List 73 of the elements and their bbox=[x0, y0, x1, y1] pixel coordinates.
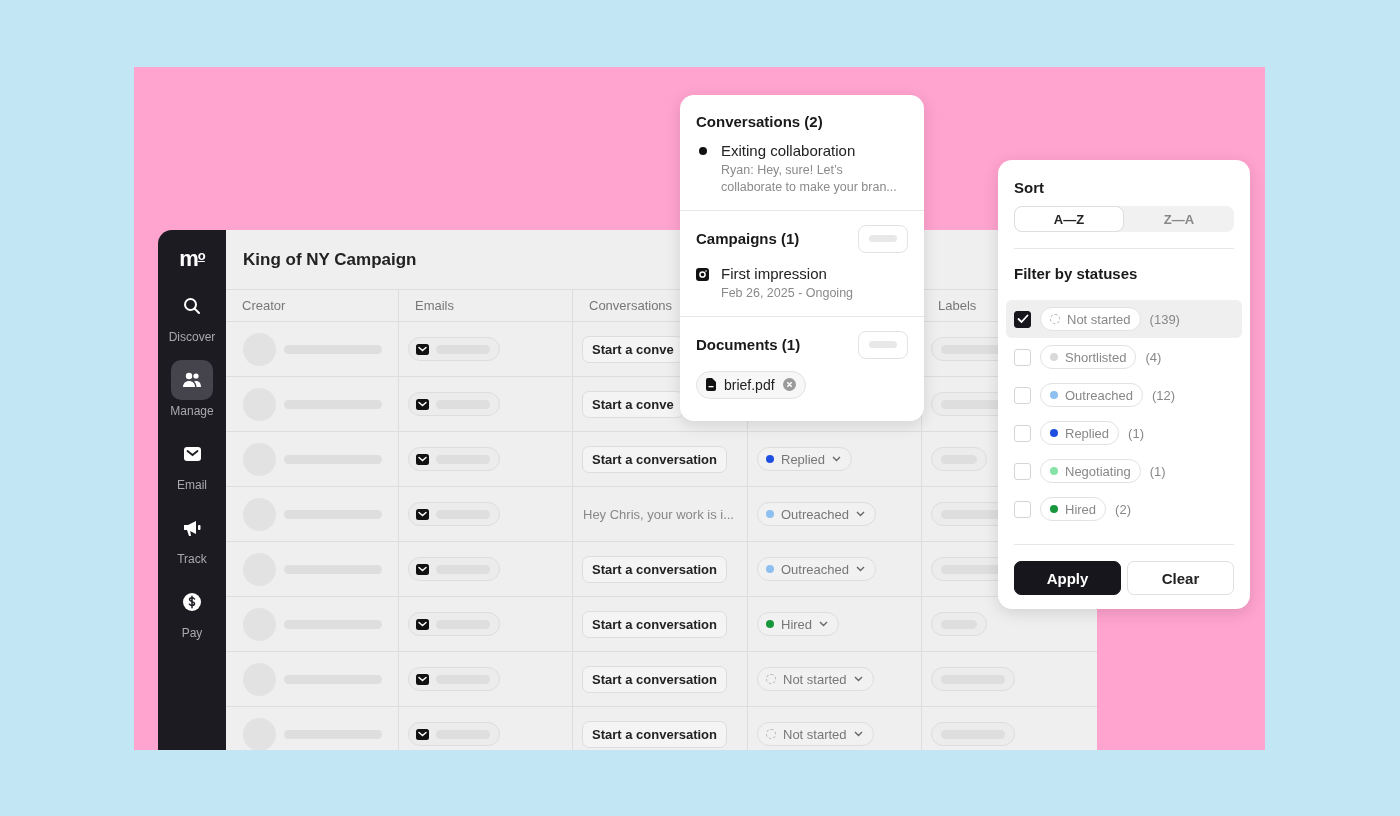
envelope-icon bbox=[416, 508, 429, 520]
people-icon bbox=[182, 372, 202, 388]
status-tag: Negotiating bbox=[1040, 459, 1141, 483]
bullet-icon bbox=[699, 147, 707, 155]
chevron-down-icon bbox=[853, 731, 863, 737]
status-tag: Shortlisted bbox=[1040, 345, 1137, 369]
column-header: Emails bbox=[415, 298, 454, 313]
envelope-icon bbox=[416, 343, 429, 355]
sort-option[interactable]: A—Z bbox=[1014, 206, 1124, 232]
start-conversation-button[interactable]: Start a conversation bbox=[582, 445, 727, 473]
search-icon bbox=[183, 297, 201, 315]
envelope-icon bbox=[416, 453, 429, 465]
status-count: (12) bbox=[1151, 387, 1176, 403]
status-dropdown[interactable]: Hired bbox=[757, 612, 840, 636]
message-preview: Hey Chris, your work is i... bbox=[582, 506, 734, 522]
envelope-icon bbox=[416, 563, 429, 575]
section-title: Documents (1) bbox=[696, 336, 801, 354]
start-conversation-button[interactable]: Start a conversation bbox=[582, 665, 727, 693]
document-icon bbox=[706, 378, 716, 392]
column-header: Creator bbox=[242, 298, 286, 313]
logo: m$^{o}$ bbox=[179, 248, 205, 270]
status-count: (1) bbox=[1149, 463, 1166, 479]
status-count: (1) bbox=[1128, 425, 1144, 441]
column-header: Conversations bbox=[589, 298, 673, 313]
start-conversation-button[interactable]: Start a conversation bbox=[582, 610, 727, 638]
clear-button[interactable]: Clear bbox=[1127, 561, 1234, 595]
apply-button[interactable]: Apply bbox=[1014, 561, 1121, 595]
chevron-down-icon bbox=[853, 676, 863, 682]
file-name: brief.pdf bbox=[724, 376, 775, 393]
avatar-placeholder bbox=[243, 717, 276, 750]
campaign-name: First impression bbox=[721, 264, 828, 282]
remove-icon[interactable] bbox=[782, 378, 796, 392]
chevron-down-icon bbox=[832, 456, 842, 462]
status-count: (139) bbox=[1149, 311, 1180, 327]
sort-title: Sort bbox=[1014, 179, 1045, 196]
megaphone-icon bbox=[182, 519, 202, 537]
start-conversation-button[interactable]: Start a conve bbox=[582, 390, 684, 418]
placeholder-button[interactable] bbox=[858, 224, 908, 253]
envelope-icon bbox=[416, 673, 429, 685]
status-dropdown[interactable]: Not started bbox=[757, 722, 874, 746]
column-header: Labels bbox=[938, 298, 977, 313]
status-dropdown[interactable]: Replied bbox=[757, 447, 853, 471]
chevron-down-icon bbox=[855, 566, 865, 572]
nav-item[interactable]: Pay bbox=[158, 582, 226, 640]
conversation-preview: Ryan: Hey, sure! Let’s collaborate to make your bran... bbox=[721, 162, 898, 196]
camera-icon bbox=[696, 267, 709, 281]
envelope-icon bbox=[416, 618, 429, 630]
status-tag: Not started bbox=[1040, 307, 1141, 331]
envelope-icon bbox=[416, 398, 429, 410]
envelope-icon bbox=[416, 728, 429, 740]
nav-item[interactable]: Email bbox=[158, 434, 226, 492]
placeholder-button[interactable] bbox=[858, 330, 908, 359]
start-conversation-button[interactable]: Start a conversation bbox=[582, 555, 727, 583]
status-count: (4) bbox=[1145, 349, 1162, 365]
section-title: Campaigns (1) bbox=[696, 230, 800, 248]
nav-item[interactable]: Manage bbox=[158, 360, 226, 418]
status-dropdown[interactable]: Not started bbox=[757, 667, 874, 691]
status-tag: Hired bbox=[1040, 497, 1107, 521]
status-tag: Replied bbox=[1040, 421, 1120, 445]
conversation-title: Exiting collaboration bbox=[721, 142, 857, 159]
dollar-coin-icon bbox=[183, 593, 201, 611]
nav-item[interactable]: Track bbox=[158, 508, 226, 566]
status-dropdown[interactable]: Outreached bbox=[757, 502, 876, 526]
envelope-icon bbox=[183, 447, 201, 461]
status-count: (2) bbox=[1115, 501, 1131, 517]
nav-item[interactable]: Discover bbox=[158, 286, 226, 344]
chevron-down-icon bbox=[855, 511, 865, 517]
status-tag: Outreached bbox=[1040, 383, 1143, 407]
chevron-down-icon bbox=[819, 621, 829, 627]
start-conversation-button[interactable]: Start a conversation bbox=[582, 720, 727, 748]
checkbox[interactable] bbox=[1014, 310, 1031, 328]
status-dropdown[interactable]: Outreached bbox=[757, 557, 876, 581]
section-title: Conversations (2) bbox=[696, 113, 824, 130]
